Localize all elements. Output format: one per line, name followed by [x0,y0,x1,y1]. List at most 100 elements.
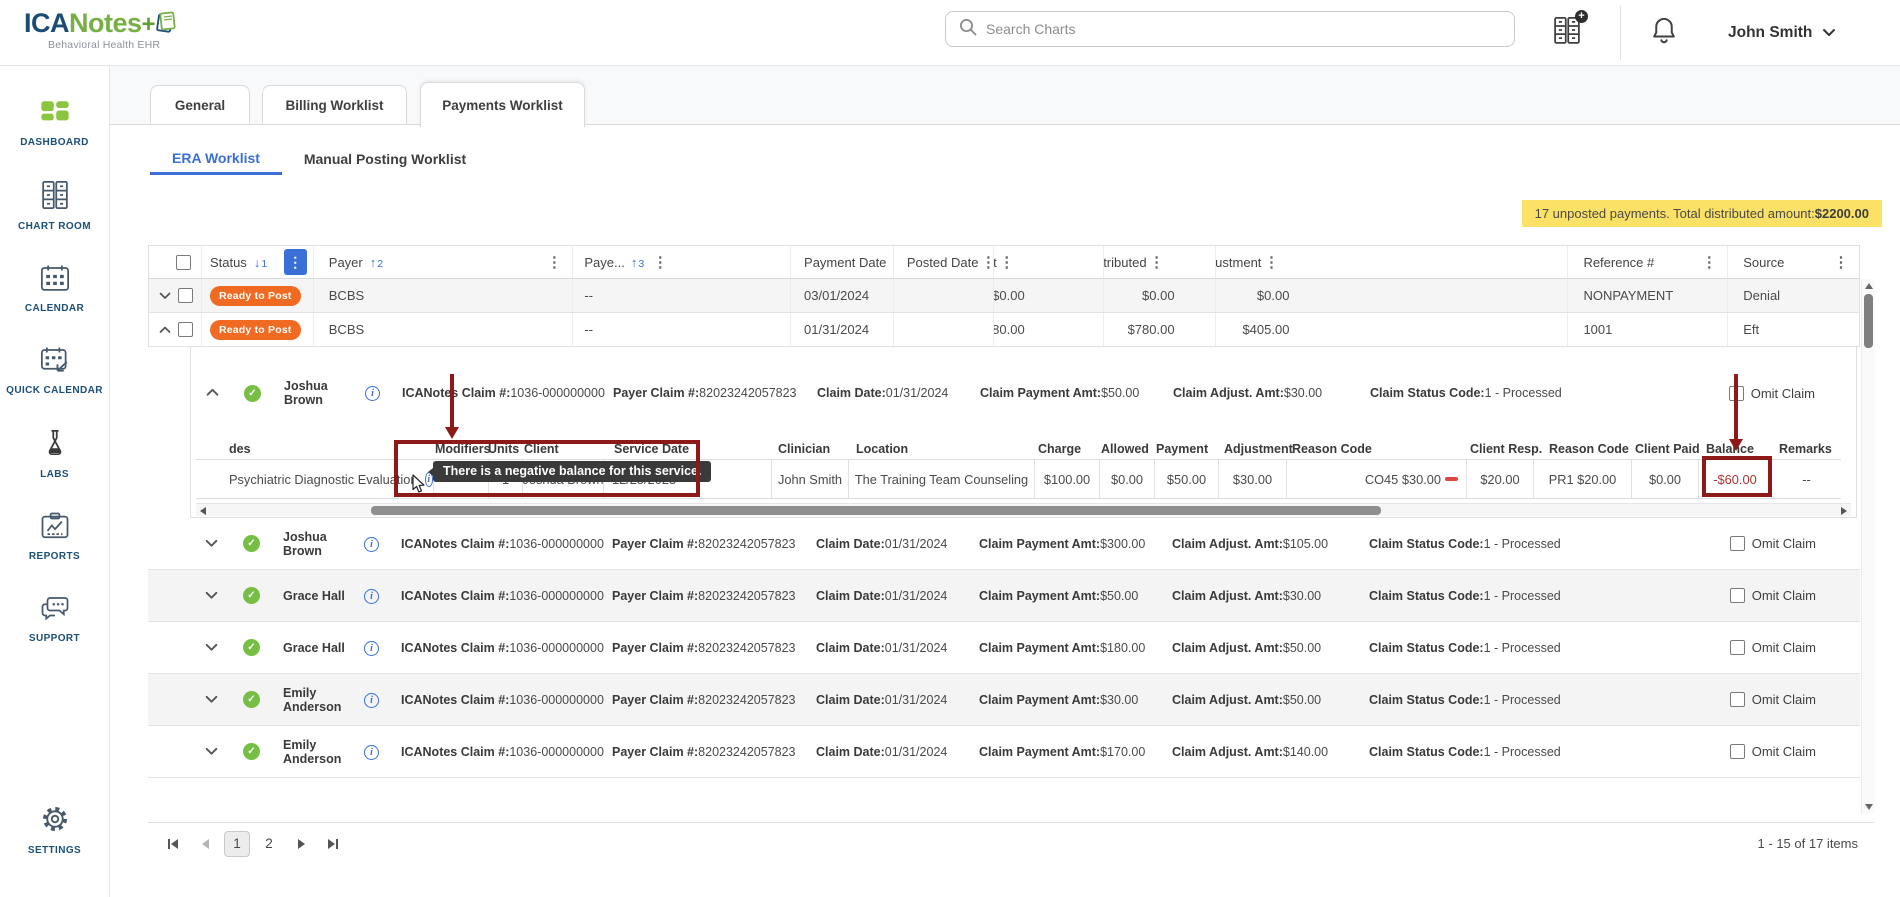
tab-general[interactable]: General [150,85,250,125]
claim-client-name: Emily Anderson [277,686,361,714]
scroll-down-icon[interactable] [1865,804,1873,810]
column-label: Adjustment [1215,255,1262,270]
tab-billing-worklist[interactable]: Billing Worklist [262,85,407,125]
select-all-checkbox[interactable] [176,255,191,270]
sidebar-item-labs[interactable]: LABS [5,428,105,481]
column-header-status[interactable]: Status ↓1 ⋮ [201,246,313,278]
posted-date-cell [893,313,993,346]
info-icon[interactable]: i [364,745,379,760]
sidebar-item-quick-calendar[interactable]: QUICK CALENDAR [5,346,105,397]
user-menu[interactable]: John Smith [1728,0,1836,66]
scroll-up-icon[interactable] [1865,283,1873,289]
row-checkbox[interactable] [178,288,193,303]
omit-claim-control: Omit Claim [1730,640,1816,655]
claim-row[interactable]: ✓ Grace Hall i ICANotes Claim #:1036-000… [148,570,1860,622]
horizontal-scrollbar[interactable] [196,503,1851,516]
column-header-payment-date[interactable]: Payment Date⋮ [790,246,893,278]
chevron-down-icon[interactable] [205,746,219,756]
chevron-down-icon[interactable] [205,642,219,652]
subtab-manual-posting-worklist[interactable]: Manual Posting Worklist [300,143,470,175]
sidebar-item-reports[interactable]: REPORTS [5,512,105,563]
column-menu-icon[interactable]: ⋮ [1699,253,1719,271]
info-icon[interactable]: i [364,537,379,552]
column-header-payer[interactable]: Payer ↑2 ⋮ [313,246,573,278]
column-menu-icon[interactable]: ⋮ [997,253,1017,271]
search-bar[interactable] [945,11,1515,47]
scroll-left-icon[interactable] [200,507,206,515]
reference-cell: 1001 [1567,313,1727,346]
column-header-source[interactable]: Source⋮ [1727,246,1859,278]
omit-claim-checkbox[interactable] [1730,692,1745,707]
scroll-right-icon[interactable] [1841,507,1847,515]
claim-status-code: Claim Status Code:1 - Processed [1369,641,1669,655]
remove-adjustment-icon[interactable] [1445,477,1458,481]
search-input[interactable] [986,21,1502,37]
column-menu-icon[interactable]: ⋮ [1147,253,1167,271]
column-header-reference[interactable]: Reference #⋮ [1567,246,1727,278]
posted-check-icon: ✓ [243,743,260,760]
previous-page-button[interactable] [192,831,218,857]
claim-date: Claim Date:01/31/2024 [816,745,979,759]
column-menu-icon[interactable]: ⋮ [1261,253,1281,271]
sidebar-item-settings[interactable]: SETTINGS [5,804,105,857]
omit-claim-checkbox[interactable] [1730,536,1745,551]
tab-payments-worklist[interactable]: Payments Worklist [420,82,585,127]
claim-row[interactable]: ✓ Emily Anderson i ICANotes Claim #:1036… [148,674,1860,726]
sidebar-item-chart-room[interactable]: CHART ROOM [5,180,105,233]
add-chart-button[interactable]: + [1548,14,1586,52]
last-page-button[interactable] [320,831,346,857]
chevron-up-icon[interactable] [206,388,220,398]
page-button-1[interactable]: 1 [224,831,250,857]
info-icon[interactable]: i [364,693,379,708]
omit-claim-label: Omit Claim [1752,640,1816,655]
chevron-up-icon[interactable] [159,325,173,335]
column-header-distributed[interactable]: Distributed⋮ [1103,246,1215,278]
notifications-button[interactable] [1645,14,1683,52]
claim-row[interactable]: ✓ Emily Anderson i ICANotes Claim #:1036… [148,726,1860,778]
column-header-payee[interactable]: Paye... ↑3 ⋮ [572,246,790,278]
chevron-down-icon[interactable] [205,538,219,548]
omit-claim-checkbox[interactable] [1729,386,1744,401]
column-header-adjustment[interactable]: Adjustment⋮ [1215,246,1568,278]
next-page-button[interactable] [288,831,314,857]
column-menu-icon[interactable]: ⋮ [1831,253,1851,271]
first-page-button[interactable] [160,831,186,857]
sidebar-item-dashboard[interactable]: DASHBOARD [5,100,105,149]
horizontal-scrollbar-thumb[interactable] [371,506,1381,515]
column-header-posted-date[interactable]: Posted Date⋮ [893,246,993,278]
payee-cell: -- [572,313,790,346]
omit-claim-label: Omit Claim [1752,692,1816,707]
info-icon[interactable]: i [365,386,380,401]
claim-row[interactable]: ✓ Grace Hall i ICANotes Claim #:1036-000… [148,622,1860,674]
posted-check-icon: ✓ [243,691,260,708]
column-menu-icon[interactable]: ⋮ [650,253,670,271]
column-menu-icon[interactable]: ⋮ [544,253,564,271]
chevron-down-icon[interactable] [205,694,219,704]
chevron-down-icon[interactable] [159,291,173,301]
info-icon[interactable]: i [364,641,379,656]
omit-claim-checkbox[interactable] [1730,640,1745,655]
claim-row-expanded[interactable]: ✓ Joshua Brown i ICANotes Claim #:1036-0… [191,363,1856,423]
column-label: Distributed [1103,255,1147,270]
omit-claim-checkbox[interactable] [1730,588,1745,603]
omit-claim-control: Omit Claim [1730,536,1816,551]
payment-row[interactable]: Ready to Post BCBS -- 01/31/2024 $780.00… [149,313,1859,347]
column-menu-icon[interactable]: ⋮ [978,253,992,271]
payment-row[interactable]: Ready to Post BCBS -- 03/01/2024 $0.00 $… [149,279,1859,313]
sidebar-item-support[interactable]: SUPPORT [5,594,105,645]
info-icon[interactable]: i [364,589,379,604]
page-button-2[interactable]: 2 [256,831,282,857]
omit-claim-checkbox[interactable] [1730,744,1745,759]
subtab-era-worklist[interactable]: ERA Worklist [150,143,282,175]
chevron-down-icon[interactable] [205,590,219,600]
column-header-payment[interactable]: Payment⋮ [993,246,1103,278]
row-checkbox[interactable] [178,322,193,337]
svc-col-charge: Charge [1034,442,1099,456]
payer-cell: BCBS [313,313,573,346]
vertical-scrollbar[interactable] [1861,279,1875,814]
claim-row[interactable]: ✓ Joshua Brown i ICANotes Claim #:1036-0… [148,518,1860,570]
vertical-scrollbar-thumb[interactable] [1864,294,1873,348]
sidebar-item-calendar[interactable]: CALENDAR [5,264,105,315]
column-menu-icon[interactable]: ⋮ [284,249,307,275]
svc-col-allowed: Allowed [1099,442,1154,456]
